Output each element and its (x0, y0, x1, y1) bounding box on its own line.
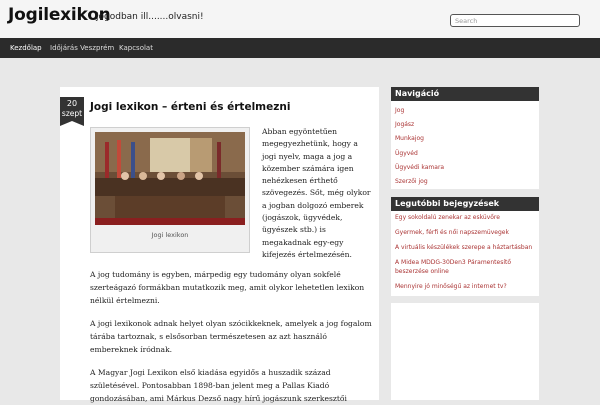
sidebar-link-jogasz[interactable]: Jogász (395, 118, 535, 132)
post-paragraph: A Magyar Jogi Lexikon első kiadása egyid… (90, 368, 347, 403)
sidebar-empty-widget (391, 303, 539, 400)
recent-post-link[interactable]: A Midea MDDG-30Den3 Páramentesítő beszer… (395, 259, 535, 276)
nav-item-contact[interactable]: Kapcsolat (119, 38, 153, 58)
sidebar-link-munkajog[interactable]: Munkajog (395, 132, 535, 146)
recent-posts-widget: Legutóbbi bejegyzések Egy sokoldalú zene… (391, 197, 539, 296)
image-caption: Jogi lexikon (151, 231, 189, 239)
sidebar-link-ugyvedi-kamara[interactable]: Ügyvédi kamara (395, 161, 535, 175)
date-badge-tail (60, 121, 84, 126)
courtroom-image (95, 132, 245, 225)
recent-post-link[interactable]: Mennyire jó minőségű az internet tv? (395, 283, 535, 292)
sidebar-link-jog[interactable]: Jog (395, 104, 535, 118)
widget-title: Navigáció (391, 87, 539, 101)
navigation-widget: Navigáció Jog Jogász Munkajog Ügyvéd Ügy… (391, 87, 539, 189)
main-nav: Kezdőlap Időjárás Veszprém Kapcsolat (0, 38, 600, 58)
post-title[interactable]: Jogi lexikon – érteni és értelmezni (90, 101, 290, 113)
post-intro-text: Abban egyöntetűen megegyezhetünk, hogy a… (262, 127, 371, 259)
widget-title: Legutóbbi bejegyzések (391, 197, 539, 211)
date-badge: 20 szept (60, 97, 84, 121)
recent-post-link[interactable]: Gyermek, férfi és női napszemüvegek (395, 229, 535, 238)
recent-post-link[interactable]: A virtuális készülékek szerepe a háztart… (395, 244, 535, 253)
site-tagline: jogodban ill.......olvasni! (96, 12, 204, 22)
nav-item-weather[interactable]: Időjárás Veszprém (50, 38, 114, 58)
post-paragraph: A jog tudomány is egyben, márpedig egy t… (90, 270, 365, 305)
date-day: 20 (66, 99, 78, 108)
post-figure: Jogi lexikon (90, 127, 250, 253)
recent-post-link[interactable]: Egy sokoldalú zenekar az esküvőre (395, 214, 535, 223)
site-header: Jogilexikon jogodban ill.......olvasni! … (0, 0, 600, 38)
date-month: szept (61, 109, 83, 118)
nav-item-home[interactable]: Kezdőlap (10, 38, 42, 58)
sidebar-link-ugyved[interactable]: Ügyvéd (395, 147, 535, 161)
search-input[interactable]: Search (450, 14, 580, 27)
sidebar-link-szerzoi-jog[interactable]: Szerzői jog (395, 175, 535, 189)
post-paragraph: A jogi lexikonok adnak helyet olyan szóc… (90, 319, 372, 354)
